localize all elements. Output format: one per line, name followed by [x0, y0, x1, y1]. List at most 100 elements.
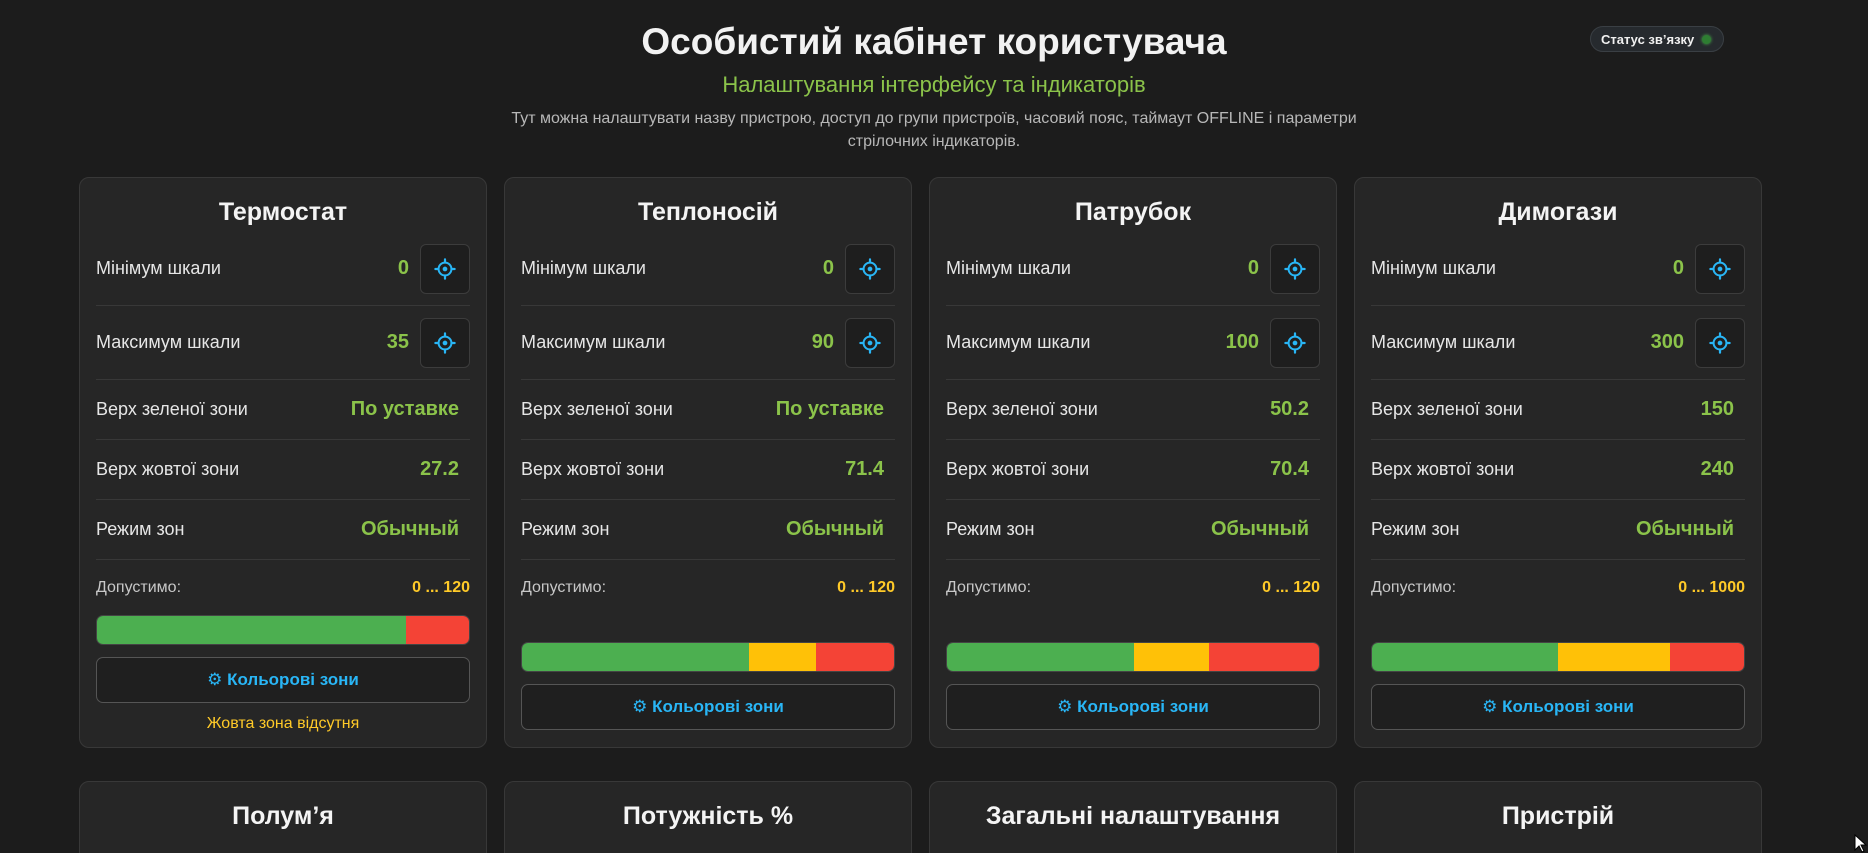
green-zone-top-value: 50.2 [1270, 398, 1309, 420]
max-scale-settings-button[interactable] [845, 317, 895, 368]
yellow-zone-top-label: Верх жовтої зони [521, 459, 665, 479]
card-title: Загальні налаштування [985, 802, 1281, 830]
zone-mode-value: Обычный [1210, 518, 1309, 540]
zone-mode-value: Обычный [785, 518, 884, 540]
green-zone-top-row: Верх зеленої зони 150 [1371, 380, 1745, 440]
allowed-range-label: Допустимо: [1371, 578, 1457, 596]
allowed-range-label: Допустимо: [521, 578, 607, 596]
card-title: Теплоносій [637, 198, 779, 226]
green-zone-top-row: Верх зеленої зони По уставке [521, 380, 895, 440]
yellow-zone-top-value: 70.4 [1270, 458, 1309, 480]
green-zone-segment [947, 643, 1134, 671]
min-scale-settings-button[interactable] [845, 243, 895, 294]
page-subtitle: Налаштування інтерфейсу та індикаторів [722, 72, 1146, 97]
yellow-zone-top-value: 71.4 [845, 458, 884, 480]
min-scale-settings-button[interactable] [1695, 243, 1745, 294]
zone-mode-row: Режим зон Обычный [96, 500, 470, 560]
green-zone-top-row: Верх зеленої зони 50.2 [946, 380, 1320, 440]
card-title: Пристрій [1501, 802, 1615, 830]
gear-icon [1284, 331, 1306, 354]
yellow-zone-top-label: Верх жовтої зони [96, 459, 240, 479]
max-scale-value: 100 [1225, 331, 1259, 353]
min-scale-label: Мінімум шкали [946, 258, 1071, 278]
max-scale-settings-button[interactable] [1270, 317, 1320, 368]
green-zone-top-label: Верх зеленої зони [96, 399, 248, 419]
zone-mode-label: Режим зон [1371, 519, 1460, 539]
page-header: Особистий кабінет користувача Налаштуван… [0, 0, 1868, 153]
page-description: Тут можна налаштувати назву пристрою, до… [511, 110, 1357, 150]
green-zone-top-value: 150 [1700, 398, 1734, 420]
yellow-zone-segment [1133, 643, 1209, 671]
green-zone-top-row: Верх зеленої зони По уставке [96, 380, 470, 440]
red-zone-segment [1208, 643, 1319, 671]
zone-mode-row: Режим зон Обычный [946, 500, 1320, 560]
min-scale-row: Мінімум шкали 0 [946, 232, 1320, 306]
max-scale-label: Максимум шкали [521, 332, 666, 352]
color-zones-button[interactable]: ⚙ Кольорові зони [1371, 684, 1745, 730]
max-scale-row: Максимум шкали 300 [1371, 306, 1745, 380]
color-zones-button[interactable]: ⚙ Кольорові зони [946, 684, 1320, 730]
yellow-zone-note: Жовта зона відсутня [206, 715, 360, 732]
allowed-range-label: Допустимо: [946, 578, 1032, 596]
yellow-zone-top-row: Верх жовтої зони 70.4 [946, 440, 1320, 500]
allowed-range-row: Допустимо: 0 ... 120 [946, 560, 1320, 615]
min-scale-row: Мінімум шкали 0 [96, 232, 470, 306]
allowed-range-row: Допустимо: 0 ... 1000 [1371, 560, 1745, 615]
settings-card: Пристрій [1354, 781, 1762, 853]
allowed-range-row: Допустимо: 0 ... 120 [521, 560, 895, 615]
card-title: Термостат [218, 198, 348, 226]
min-scale-row: Мінімум шкали 0 [521, 232, 895, 306]
min-scale-settings-button[interactable] [1270, 243, 1320, 294]
settings-card: Загальні налаштування [929, 781, 1337, 853]
green-zone-top-label: Верх зеленої зони [946, 399, 1098, 419]
allowed-range-value: 0 ... 120 [412, 578, 470, 596]
indicator-cards: Термостат Мінімум шкали 0 Максимум шкали 35… [79, 177, 1762, 748]
allowed-range-label: Допустимо: [96, 578, 182, 596]
max-scale-value: 300 [1650, 331, 1684, 353]
yellow-zone-top-label: Верх жовтої зони [946, 459, 1090, 479]
settings-card: Полум’я [79, 781, 487, 853]
green-zone-segment [97, 616, 406, 644]
zone-mode-label: Режим зон [96, 519, 185, 539]
max-scale-settings-button[interactable] [1695, 317, 1745, 368]
zone-bar [521, 642, 895, 672]
connection-status-badge: Статус зв’язку [1590, 26, 1725, 52]
zone-bar [946, 642, 1320, 672]
allowed-range-value: 0 ... 120 [837, 578, 895, 596]
min-scale-label: Мінімум шкали [96, 258, 221, 278]
zone-mode-value: Обычный [360, 518, 459, 540]
zone-bar [96, 615, 470, 645]
yellow-zone-segment [748, 643, 816, 671]
indicator-card: Димогази Мінімум шкали 0 Максимум шкали 300… [1354, 177, 1762, 748]
settings-card: Потужність % [504, 781, 912, 853]
max-scale-row: Максимум шкали 35 [96, 306, 470, 380]
card-title: Димогази [1498, 198, 1618, 226]
max-scale-row: Максимум шкали 90 [521, 306, 895, 380]
green-zone-top-label: Верх зеленої зони [521, 399, 673, 419]
bottom-cards: Полум’я Потужність % Загальні налаштування… [79, 781, 1762, 853]
gear-icon [859, 257, 881, 280]
yellow-zone-top-value: 240 [1700, 458, 1734, 480]
yellow-zone-top-row: Верх жовтої зони 240 [1371, 440, 1745, 500]
gear-icon [1709, 257, 1731, 280]
color-zones-button[interactable]: ⚙ Кольорові зони [96, 657, 470, 703]
min-scale-settings-button[interactable] [420, 243, 470, 294]
min-scale-value: 0 [1247, 257, 1259, 279]
max-scale-settings-button[interactable] [420, 317, 470, 368]
indicator-card: Термостат Мінімум шкали 0 Максимум шкали 35… [79, 177, 487, 748]
zone-mode-value: Обычный [1635, 518, 1734, 540]
indicator-card: Теплоносій Мінімум шкали 0 Максимум шкали 9… [504, 177, 912, 748]
red-zone-segment [815, 643, 894, 671]
min-scale-value: 0 [397, 257, 409, 279]
min-scale-value: 0 [822, 257, 834, 279]
yellow-zone-top-row: Верх жовтої зони 27.2 [96, 440, 470, 500]
green-zone-top-value: По уставке [350, 398, 459, 420]
green-zone-top-label: Верх зеленої зони [1371, 399, 1523, 419]
color-zones-button[interactable]: ⚙ Кольорові зони [521, 684, 895, 730]
max-scale-row: Максимум шкали 100 [946, 306, 1320, 380]
status-dot-icon [1702, 34, 1712, 44]
card-title: Полум’я [232, 802, 334, 830]
green-zone-segment [522, 643, 749, 671]
min-scale-row: Мінімум шкали 0 [1371, 232, 1745, 306]
allowed-range-value: 0 ... 120 [1262, 578, 1320, 596]
